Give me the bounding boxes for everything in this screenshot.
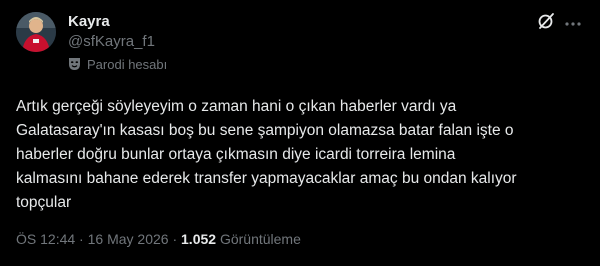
author-display-name[interactable]: Kayra	[68, 12, 110, 32]
views-count[interactable]: 1.052	[181, 231, 216, 247]
grok-icon	[536, 11, 556, 36]
tweet-text-line: Artık gerçeği söyleyeyim o zaman hani o …	[16, 98, 457, 115]
parody-badge: Parodi hesabı	[68, 55, 167, 73]
meta-separator: ·	[168, 231, 182, 247]
tweet-text-line: haberler doğru bunlar ortaya çıkmasın di…	[16, 146, 456, 163]
author-handle[interactable]: @sfKayra_f1	[68, 32, 155, 52]
tweet-text-line: topçular	[16, 194, 72, 211]
tweet-text-line: kalmasını bahane ederek transfer yapmaya…	[16, 170, 517, 187]
views-label: Görüntüleme	[219, 231, 301, 247]
meta-separator: ·	[75, 231, 88, 247]
parody-label: Parodi hesabı	[87, 56, 168, 72]
grok-button[interactable]	[535, 12, 557, 34]
more-options-button[interactable]	[562, 12, 584, 34]
tweet-text: Artık gerçeği söyleyeyim o zaman hani o …	[16, 95, 588, 215]
theater-mask-icon	[68, 57, 81, 71]
avatar[interactable]	[16, 12, 56, 52]
tweet-meta: ÖS 12:44 · 16 May 2026 · 1.052 Görüntüle…	[16, 230, 301, 248]
more-dots-icon	[564, 14, 582, 32]
tweet-text-line: Galatasaray'ın kasası boş bu sene şampiy…	[16, 122, 514, 139]
tweet-time[interactable]: ÖS 12:44	[16, 231, 75, 247]
tweet-date[interactable]: 16 May 2026	[88, 231, 169, 247]
